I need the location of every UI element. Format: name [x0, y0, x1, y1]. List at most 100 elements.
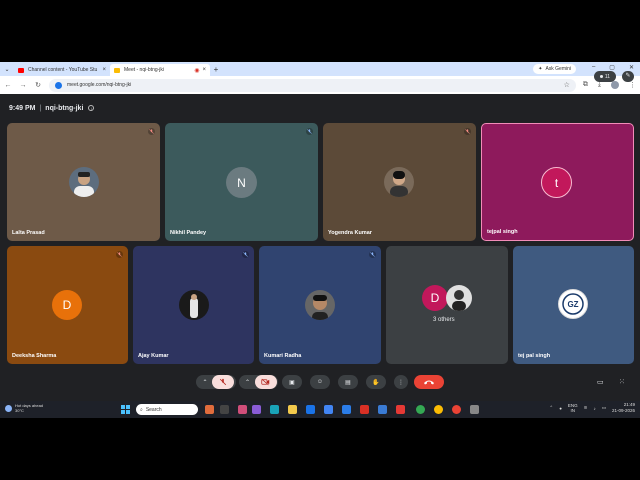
- forward-icon[interactable]: →: [19, 82, 27, 89]
- participant-tile[interactable]: D Deeksha Sharma: [7, 246, 128, 364]
- others-avatar-photo: [446, 285, 472, 311]
- participant-name: Yogendra Kumar: [328, 230, 372, 236]
- present-button[interactable]: ▣: [282, 375, 302, 389]
- participant-tile[interactable]: GZ tej pal singh: [513, 246, 634, 364]
- people-icon: [599, 75, 603, 78]
- chrome-icon[interactable]: [452, 405, 461, 414]
- mic-off-icon: [116, 251, 123, 258]
- bookmark-star-icon[interactable]: ☆: [564, 81, 570, 89]
- close-window-icon[interactable]: ✕: [629, 64, 634, 71]
- captions-button[interactable]: ▤: [338, 375, 358, 389]
- participant-name: Kumari Radha: [264, 353, 302, 359]
- language-indicator[interactable]: ENG IN: [568, 403, 578, 413]
- tab-title: Channel content - YouTube Stu: [28, 67, 98, 73]
- close-tab-icon[interactable]: ×: [102, 67, 106, 73]
- weather-widget[interactable]: Hot days ahead 30°C: [5, 403, 43, 413]
- mic-control-group: ⌃: [196, 375, 236, 389]
- participant-name: tej pal singh: [518, 353, 551, 359]
- taskbar-app-icon[interactable]: [252, 405, 261, 414]
- taskbar-app-icon[interactable]: [238, 405, 247, 414]
- others-avatar: D: [422, 285, 448, 311]
- camera-control-group: ⌃: [239, 375, 278, 389]
- mic-off-toggle[interactable]: [212, 375, 234, 389]
- minimize-icon[interactable]: –: [592, 64, 595, 71]
- mic-off-icon: [369, 251, 376, 258]
- hand-icon: ✋: [372, 379, 380, 386]
- meeting-code: nqi-btng-jki: [45, 104, 84, 112]
- more-options-button[interactable]: ⋮: [394, 375, 408, 389]
- participant-tile-speaking[interactable]: t tejpal singh: [481, 123, 634, 241]
- tab-google-meet[interactable]: Meet - nqi-btng-jki ◉ ×: [110, 64, 210, 76]
- ask-gemini-button[interactable]: ✦ Ask Gemini: [533, 64, 576, 74]
- weather-temp: 30°C: [15, 408, 24, 413]
- emoji-icon: ☺: [316, 379, 324, 385]
- mail-icon[interactable]: [378, 405, 387, 414]
- participant-avatar: [179, 290, 209, 320]
- participant-avatar: N: [226, 167, 257, 198]
- new-tab-icon[interactable]: +: [210, 65, 222, 74]
- captions-icon: ▤: [345, 379, 351, 386]
- effects-icon[interactable]: ✎: [622, 71, 634, 82]
- participant-tile[interactable]: Yogendra Kumar: [323, 123, 476, 241]
- chrome-icon[interactable]: [416, 405, 425, 414]
- taskbar-app-icon[interactable]: [342, 405, 351, 414]
- tab-search-icon[interactable]: ⌄: [0, 66, 14, 73]
- tray-app-icon[interactable]: ●: [559, 406, 562, 411]
- participant-tile[interactable]: Lalta Prasad: [7, 123, 160, 241]
- leave-call-button[interactable]: [414, 375, 444, 389]
- activities-icon[interactable]: ⁙: [619, 378, 625, 386]
- meet-icon: [114, 67, 120, 73]
- back-icon[interactable]: ←: [4, 82, 12, 89]
- address-bar-row: ← → ↻ meet.google.com/nqi-btng-jki ☆ ⧉ ⤓…: [0, 76, 640, 94]
- extensions-icon[interactable]: ⧉: [583, 81, 588, 89]
- taskbar-app-icon[interactable]: [306, 405, 315, 414]
- meet-header: 9:49 PM | nqi-btng-jki i: [0, 94, 640, 122]
- taskbar-app-icon[interactable]: [360, 405, 369, 414]
- participant-tile[interactable]: Kumari Radha: [259, 246, 381, 364]
- taskbar-app-icon[interactable]: [396, 405, 405, 414]
- battery-icon[interactable]: ▭: [602, 405, 606, 411]
- close-tab-icon[interactable]: ×: [202, 67, 206, 73]
- taskbar-clock[interactable]: 21:49 21-09-2026: [612, 402, 635, 414]
- chrome-icon[interactable]: [434, 405, 443, 414]
- participant-avatar: [69, 167, 99, 197]
- people-button[interactable]: 11: [594, 71, 616, 82]
- maximize-icon[interactable]: ▢: [609, 64, 615, 71]
- chat-icon[interactable]: ▭: [597, 378, 604, 386]
- meeting-info-icon[interactable]: i: [88, 105, 95, 111]
- taskbar-search-box[interactable]: ⌕ Search: [136, 404, 198, 415]
- participant-avatar: t: [541, 167, 572, 198]
- camera-off-toggle[interactable]: [254, 375, 277, 389]
- address-bar[interactable]: meet.google.com/nqi-btng-jki ☆: [49, 78, 576, 92]
- camera-options-chevron-icon[interactable]: ⌃: [241, 379, 255, 386]
- volume-icon[interactable]: ♪: [593, 406, 595, 411]
- downloads-icon[interactable]: ⤓: [598, 81, 601, 89]
- participants-count: 11: [604, 73, 611, 80]
- profile-avatar[interactable]: [611, 81, 619, 89]
- reactions-button[interactable]: ☺: [310, 375, 330, 389]
- mic-off-icon: [219, 378, 227, 386]
- others-tile[interactable]: D 3 others: [386, 246, 508, 364]
- taskbar-app-icon[interactable]: [205, 405, 214, 414]
- site-info-icon[interactable]: [55, 81, 62, 89]
- channel-logo-avatar: GZ: [558, 289, 588, 319]
- mic-off-icon: [148, 128, 155, 135]
- taskbar-app-icon[interactable]: [220, 405, 229, 414]
- participant-tile[interactable]: Ajay Kumar: [133, 246, 254, 364]
- participant-tile[interactable]: N Nikhil Pandey: [165, 123, 318, 241]
- wifi-icon[interactable]: ≋: [584, 405, 588, 411]
- raise-hand-button[interactable]: ✋: [366, 375, 386, 389]
- participant-name: Lalta Prasad: [12, 230, 45, 236]
- edge-icon[interactable]: [270, 405, 279, 414]
- participant-name: Nikhil Pandey: [170, 230, 207, 236]
- tray-overflow-icon[interactable]: ⌃: [549, 405, 553, 411]
- taskbar-app-icon[interactable]: [470, 405, 479, 414]
- file-explorer-icon[interactable]: [288, 405, 297, 414]
- windows-start-icon[interactable]: [121, 405, 130, 414]
- taskbar-app-icon[interactable]: [324, 405, 333, 414]
- tab-youtube-studio[interactable]: Channel content - YouTube Stu ×: [14, 64, 110, 76]
- reload-icon[interactable]: ↻: [34, 81, 42, 89]
- mic-options-chevron-icon[interactable]: ⌃: [198, 379, 212, 386]
- youtube-icon: [18, 67, 24, 73]
- browser-menu-icon[interactable]: ⋮: [629, 81, 636, 89]
